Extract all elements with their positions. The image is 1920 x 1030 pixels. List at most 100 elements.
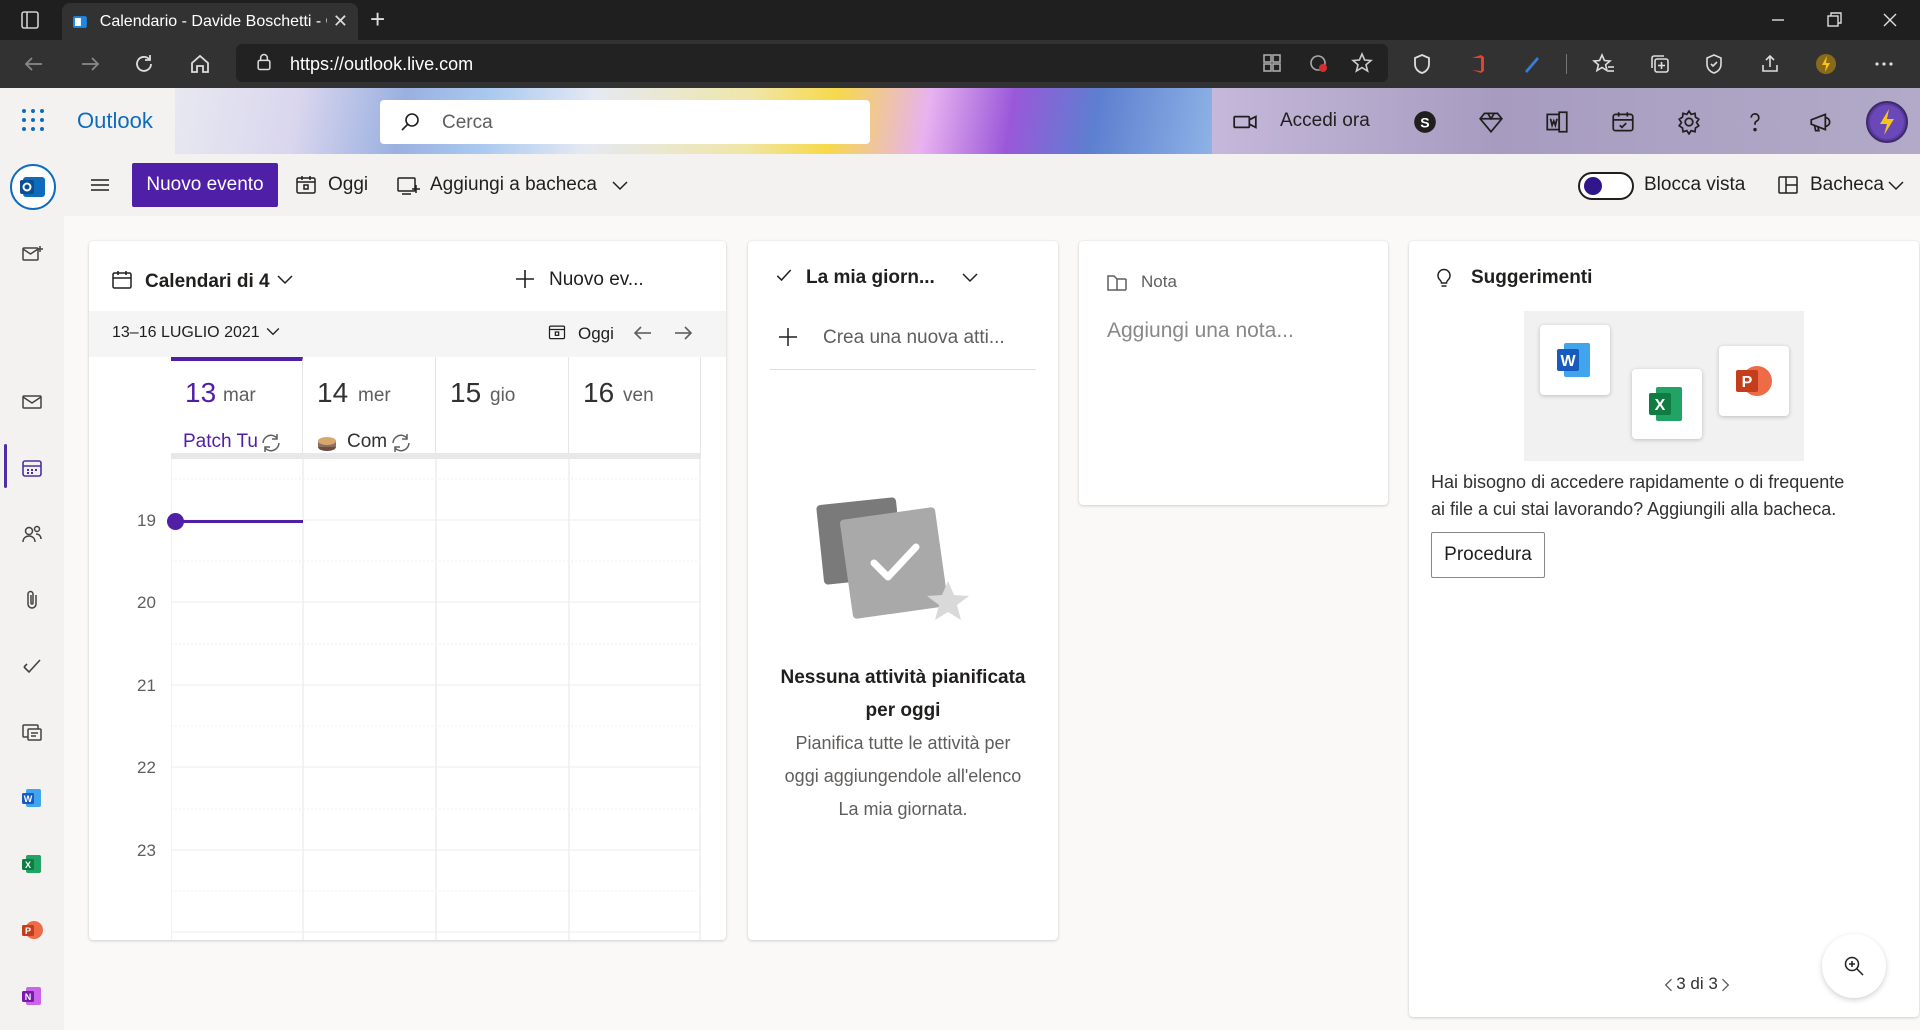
calendar-today-icon[interactable]: [547, 322, 567, 342]
more-menu-icon[interactable]: [1872, 52, 1896, 76]
todo-icon[interactable]: [20, 654, 44, 678]
today-button[interactable]: Oggi: [328, 174, 368, 196]
day-column-header-16[interactable]: 16 ven: [569, 357, 701, 453]
skype-icon[interactable]: S: [1412, 109, 1438, 135]
url-field[interactable]: https://outlook.live.com: [236, 44, 1388, 82]
people-icon[interactable]: [20, 522, 44, 546]
new-mail-icon[interactable]: [20, 242, 44, 266]
procedure-button[interactable]: Procedura: [1431, 532, 1545, 578]
excel-app-icon[interactable]: X: [20, 852, 44, 876]
next-arrow-icon[interactable]: [671, 321, 695, 345]
share-icon[interactable]: [1758, 52, 1782, 76]
chevron-down-icon[interactable]: [608, 173, 632, 197]
tab-close-icon[interactable]: ✕: [333, 11, 348, 32]
day-column-header-13[interactable]: 13 mar Patch Tu: [171, 357, 303, 453]
new-task-input[interactable]: Crea una nuova atti...: [823, 327, 1005, 349]
note-card: Nota Aggiungi una nota...: [1079, 241, 1388, 505]
browser-essentials-icon[interactable]: [1702, 52, 1726, 76]
profile-extension-icon[interactable]: [1814, 52, 1838, 76]
hour-label: 22: [137, 758, 156, 777]
refresh-icon[interactable]: [132, 52, 156, 76]
meet-now-icon[interactable]: [1232, 109, 1258, 135]
lock-icon[interactable]: [254, 52, 274, 72]
office-apps-icon[interactable]: [1544, 109, 1570, 135]
today-calendar-icon[interactable]: [294, 173, 318, 197]
word-app-icon[interactable]: W: [20, 786, 44, 810]
all-day-event-com[interactable]: Com: [347, 431, 387, 453]
excel-tile: X: [1632, 369, 1702, 439]
add-favorite-icon[interactable]: [1350, 51, 1374, 75]
tracking-prevention-icon[interactable]: [1306, 51, 1330, 75]
browser-tab-calendar[interactable]: Calendario - Davide Boschetti - Outlook …: [62, 3, 358, 40]
board-layout-icon[interactable]: [1776, 173, 1800, 197]
app-launcher-icon[interactable]: [22, 109, 44, 131]
calendar-icon[interactable]: [20, 456, 44, 480]
day-column-header-15[interactable]: 15 gio: [436, 357, 569, 453]
date-range-label[interactable]: 13–16 LUGLIO 2021: [112, 324, 260, 342]
pen-extension-icon[interactable]: [1520, 52, 1544, 76]
pager-label: 3 di 3: [1676, 974, 1718, 993]
svg-text:X: X: [25, 860, 31, 870]
svg-text:W: W: [1560, 353, 1576, 370]
search-input[interactable]: Cerca: [380, 100, 870, 144]
feedback-megaphone-icon[interactable]: [1808, 109, 1834, 135]
attachment-icon[interactable]: [20, 588, 44, 612]
restore-icon[interactable]: [1822, 8, 1846, 32]
all-day-event-patch-tuesday[interactable]: Patch Tu: [183, 431, 258, 453]
date-range-chevron-icon[interactable]: [263, 321, 283, 341]
new-event-button[interactable]: Nuovo evento: [132, 163, 278, 207]
close-window-icon[interactable]: [1878, 8, 1902, 32]
powerpoint-app-icon[interactable]: P: [20, 918, 44, 942]
add-to-board-button[interactable]: Aggiungi a bacheca: [430, 174, 597, 196]
collections-icon[interactable]: [1648, 52, 1672, 76]
calendar-new-event-button[interactable]: Nuovo ev...: [549, 269, 644, 291]
pager-next-icon[interactable]: [1715, 975, 1735, 995]
forward-icon[interactable]: [78, 52, 102, 76]
powerpoint-icon: P: [1736, 366, 1772, 396]
tab-actions-icon[interactable]: [18, 8, 42, 32]
calendar-card-title[interactable]: Calendari di 4: [145, 271, 270, 293]
day-weekday: ven: [623, 385, 654, 406]
groups-icon[interactable]: [20, 720, 44, 744]
settings-gear-icon[interactable]: [1676, 109, 1702, 135]
meet-now-label[interactable]: Accedi ora: [1280, 110, 1370, 132]
add-task-icon[interactable]: [776, 325, 800, 349]
note-input[interactable]: Aggiungi una nota...: [1107, 319, 1294, 343]
hour-label: 21: [137, 676, 156, 695]
add-to-board-icon[interactable]: [396, 173, 420, 197]
recurring-event-icon: [262, 434, 280, 452]
hamburger-menu-icon[interactable]: [88, 173, 112, 197]
back-icon[interactable]: [22, 52, 46, 76]
help-icon[interactable]: [1742, 109, 1768, 135]
app-name[interactable]: Outlook: [77, 108, 153, 134]
my-day-chevron-icon[interactable]: [958, 265, 982, 289]
my-day-icon[interactable]: [1610, 109, 1636, 135]
zoom-button[interactable]: [1822, 934, 1886, 998]
minimize-icon[interactable]: [1766, 8, 1790, 32]
shield-extension-icon[interactable]: [1410, 52, 1434, 76]
my-day-title[interactable]: La mia giorn...: [806, 267, 935, 289]
account-avatar[interactable]: [1866, 101, 1908, 143]
favorites-icon[interactable]: [1592, 52, 1616, 76]
outlook-app-icon[interactable]: [10, 164, 56, 210]
empty-state-text: Pianifica tutte le attività per oggi agg…: [748, 727, 1058, 826]
board-chevron-down-icon[interactable]: [1884, 173, 1908, 197]
onenote-app-icon[interactable]: N: [20, 984, 44, 1008]
apps-available-icon[interactable]: [1260, 51, 1284, 75]
office-extension-icon[interactable]: [1466, 52, 1490, 76]
lock-view-toggle[interactable]: [1578, 172, 1634, 200]
previous-arrow-icon[interactable]: [631, 321, 655, 345]
time-grid[interactable]: [167, 459, 701, 940]
new-tab-button[interactable]: +: [370, 4, 385, 35]
board-view-button[interactable]: Bacheca: [1810, 174, 1884, 196]
mail-icon[interactable]: [20, 390, 44, 414]
add-icon[interactable]: [513, 267, 537, 291]
day-column-header-14[interactable]: 14 mer Com: [303, 357, 436, 453]
svg-text:N: N: [25, 992, 32, 1002]
my-day-card: La mia giorn... Crea una nuova atti... N…: [748, 241, 1058, 940]
home-icon[interactable]: [188, 52, 212, 76]
calendar-title-chevron-icon[interactable]: [273, 267, 297, 291]
calendar-today-button[interactable]: Oggi: [578, 324, 614, 344]
zoom-in-icon: [1844, 956, 1864, 976]
premium-diamond-icon[interactable]: [1478, 109, 1504, 135]
